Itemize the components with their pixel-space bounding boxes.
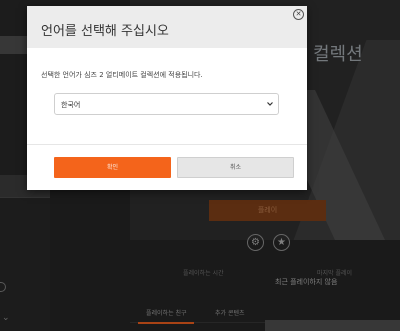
language-select-value: 한국어 — [61, 101, 81, 109]
dialog-description: 선택한 언어가 심즈 2 얼티메이트 컬렉션에 적용됩니다. — [41, 71, 203, 79]
dialog-title: 언어를 선택해 주십시오 — [41, 24, 169, 39]
close-icon[interactable]: ✕ — [293, 9, 304, 20]
confirm-button[interactable]: 확인 — [54, 157, 171, 178]
chevron-down-icon — [267, 102, 273, 106]
cancel-button[interactable]: 취소 — [177, 157, 294, 178]
language-dialog: 언어를 선택해 주십시오 ✕ 선택한 언어가 심즈 2 얼티메이트 컬렉션에 적… — [27, 6, 307, 190]
dialog-header: 언어를 선택해 주십시오 ✕ — [27, 6, 307, 48]
dialog-divider — [27, 144, 307, 145]
language-select[interactable]: 한국어 — [54, 93, 279, 115]
